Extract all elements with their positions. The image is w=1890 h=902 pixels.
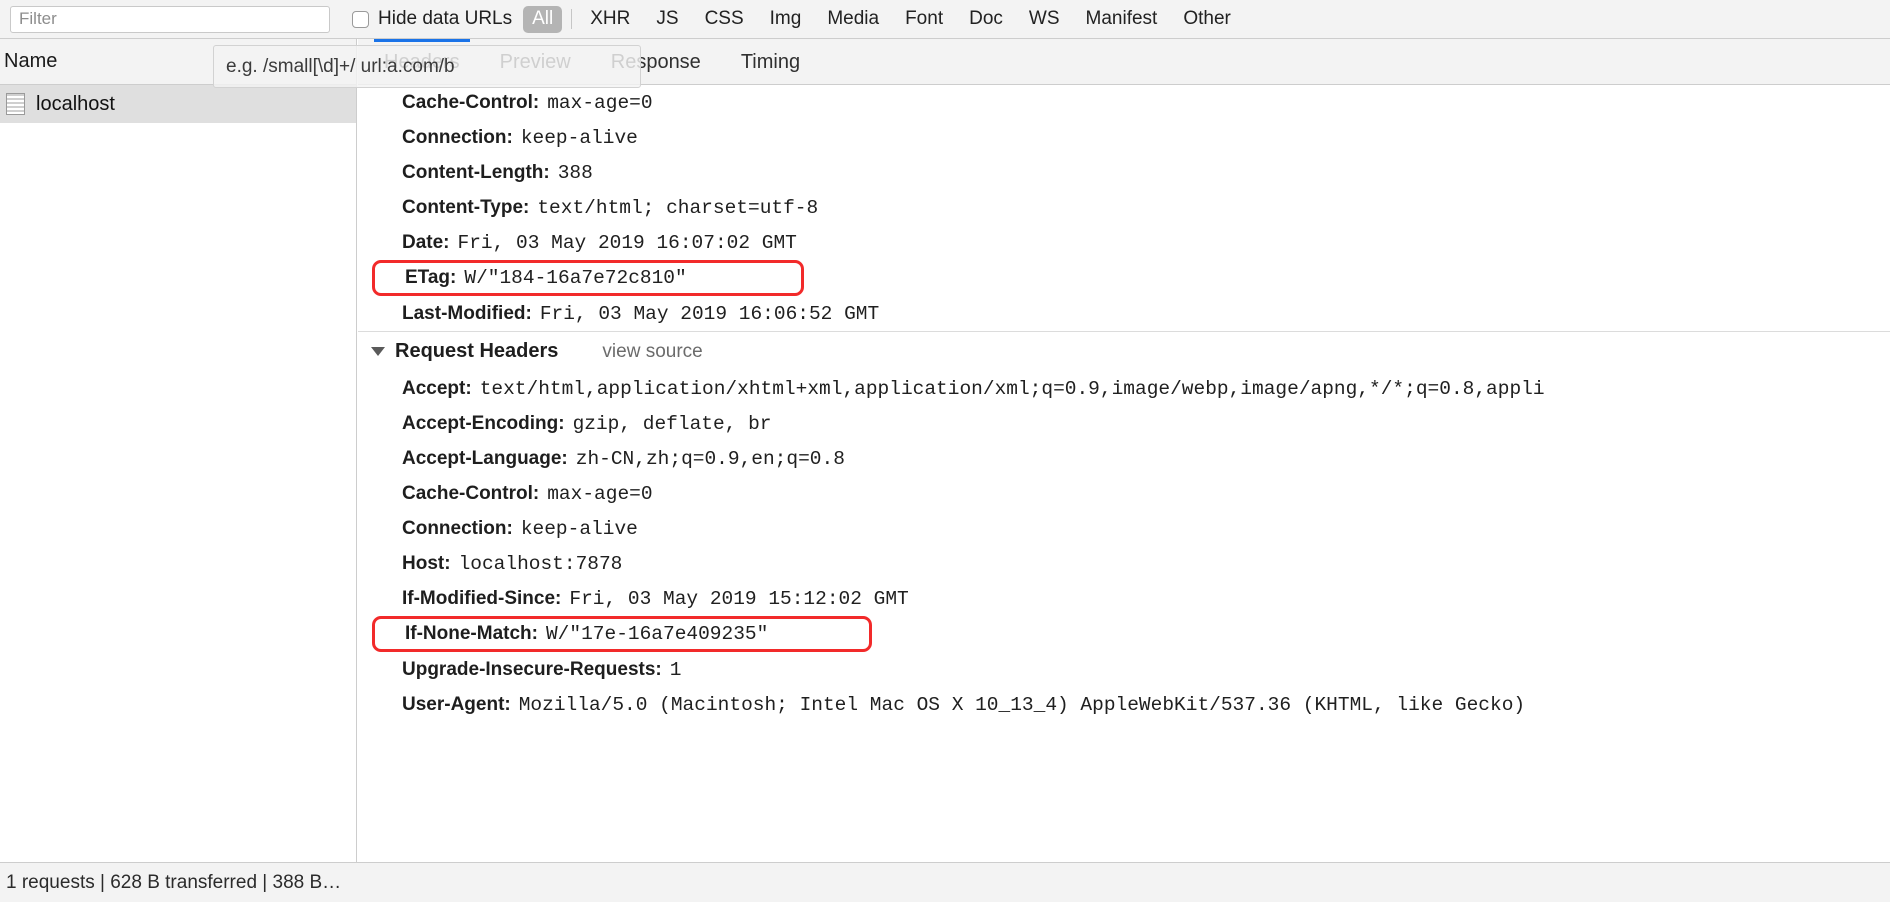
header-value: text/html; charset=utf-8	[537, 196, 819, 219]
type-filter-media[interactable]: Media	[818, 6, 888, 33]
header-key: User-Agent:	[402, 693, 511, 715]
request-name-label: localhost	[36, 92, 115, 115]
hide-data-urls-control[interactable]: Hide data URLs	[352, 8, 512, 30]
section-title-label: Request Headers	[395, 340, 559, 362]
header-row-connection-request: Connection: keep-alive	[358, 511, 1890, 546]
hide-data-urls-label: Hide data URLs	[378, 8, 513, 29]
filter-input[interactable]	[10, 5, 330, 33]
type-filter-other[interactable]: Other	[1174, 6, 1240, 33]
header-row-accept-encoding: Accept-Encoding: gzip, deflate, br	[358, 406, 1890, 441]
header-key: Cache-Control:	[402, 482, 540, 504]
header-key: Content-Type:	[402, 196, 530, 218]
header-key: Accept-Encoding:	[402, 412, 565, 434]
tab-timing[interactable]: Timing	[721, 39, 820, 85]
header-value: max-age=0	[547, 91, 653, 114]
header-value: Fri, 03 May 2019 16:07:02 GMT	[457, 231, 797, 254]
header-value: 388	[557, 161, 593, 184]
header-key: Last-Modified:	[402, 302, 532, 324]
document-icon	[6, 93, 25, 115]
header-value: zh-CN,zh;q=0.9,en;q=0.8	[575, 447, 845, 470]
header-row-host: Host: localhost:7878	[358, 546, 1890, 581]
header-value: W/"17e-16a7e409235"	[545, 623, 769, 645]
header-value: text/html,application/xhtml+xml,applicat…	[479, 377, 1545, 400]
header-row-if-modified-since: If-Modified-Since: Fri, 03 May 2019 15:1…	[358, 581, 1890, 616]
header-row-etag-highlighted: ETag: W/"184-16a7e72c810"	[372, 260, 804, 296]
header-key: ETag:	[405, 267, 457, 288]
header-key: Upgrade-Insecure-Requests:	[402, 658, 662, 680]
header-row-last-modified: Last-Modified: Fri, 03 May 2019 16:06:52…	[358, 296, 1890, 331]
header-key: Content-Length:	[402, 161, 550, 183]
header-row-user-agent: User-Agent: Mozilla/5.0 (Macintosh; Inte…	[358, 687, 1890, 722]
header-row-content-length: Content-Length: 388	[358, 155, 1890, 190]
type-filter-js[interactable]: JS	[647, 6, 687, 33]
view-source-link[interactable]: view source	[602, 341, 702, 363]
header-key: Connection:	[402, 517, 513, 539]
header-row-cache-control-response: Cache-Control: max-age=0	[358, 85, 1890, 120]
header-row-upgrade-insecure-requests: Upgrade-Insecure-Requests: 1	[358, 652, 1890, 687]
type-filter-img[interactable]: Img	[761, 6, 811, 33]
header-value: keep-alive	[520, 126, 638, 149]
header-row-cache-control-request: Cache-Control: max-age=0	[358, 476, 1890, 511]
resource-type-filters: All XHR JS CSS Img Media Font Doc WS Man…	[523, 5, 1248, 33]
type-filter-ws[interactable]: WS	[1020, 6, 1069, 33]
type-filter-doc[interactable]: Doc	[960, 6, 1012, 33]
request-list-item-localhost[interactable]: localhost	[0, 85, 356, 123]
header-value: max-age=0	[547, 482, 653, 505]
hide-data-urls-checkbox[interactable]	[352, 10, 369, 28]
type-filter-manifest[interactable]: Manifest	[1077, 6, 1167, 33]
header-value: localhost:7878	[458, 552, 623, 575]
type-filter-divider	[571, 9, 573, 29]
header-key: Host:	[402, 552, 451, 574]
type-filter-xhr[interactable]: XHR	[581, 6, 639, 33]
header-value: keep-alive	[520, 517, 638, 540]
headers-content: Cache-Control: max-age=0 Connection: kee…	[358, 85, 1890, 862]
header-value: W/"184-16a7e72c810"	[464, 267, 687, 289]
network-status-bar: 1 requests | 628 B transferred | 388 B…	[0, 862, 1890, 902]
header-value: 1	[669, 658, 682, 681]
filter-syntax-tooltip: e.g. /small[\d]+/ url:a.com/b	[213, 45, 641, 88]
header-value: gzip, deflate, br	[572, 412, 772, 435]
header-value: Mozilla/5.0 (Macintosh; Intel Mac OS X 1…	[518, 693, 1526, 716]
header-key: Connection:	[402, 126, 513, 148]
header-row-date: Date: Fri, 03 May 2019 16:07:02 GMT	[358, 225, 1890, 260]
chevron-down-icon[interactable]	[371, 347, 385, 356]
section-header-request-headers[interactable]: Request Headers view source	[358, 331, 1890, 371]
header-key: If-Modified-Since:	[402, 587, 562, 609]
header-value: Fri, 03 May 2019 16:06:52 GMT	[539, 302, 880, 325]
network-filter-toolbar: Hide data URLs All XHR JS CSS Img Media …	[0, 0, 1890, 39]
request-list-panel: Name localhost	[0, 39, 357, 862]
header-row-accept-language: Accept-Language: zh-CN,zh;q=0.9,en;q=0.8	[358, 441, 1890, 476]
header-key: Accept:	[402, 377, 472, 399]
header-row-content-type: Content-Type: text/html; charset=utf-8	[358, 190, 1890, 225]
type-filter-css[interactable]: CSS	[696, 6, 753, 33]
header-key: Date:	[402, 231, 450, 253]
type-filter-all[interactable]: All	[523, 5, 563, 33]
type-filter-font[interactable]: Font	[896, 6, 952, 33]
header-key: Accept-Language:	[402, 447, 568, 469]
header-row-if-none-match-highlighted: If-None-Match: W/"17e-16a7e409235"	[372, 616, 872, 652]
request-detail-panel: Headers Preview Response Timing e.g. /sm…	[213, 38, 1890, 862]
header-row-connection-response: Connection: keep-alive	[358, 120, 1890, 155]
header-row-accept: Accept: text/html,application/xhtml+xml,…	[358, 371, 1890, 406]
header-key: If-None-Match:	[405, 623, 538, 644]
detail-tab-strip: Headers Preview Response Timing e.g. /sm…	[213, 38, 1890, 88]
header-value: Fri, 03 May 2019 15:12:02 GMT	[569, 587, 909, 610]
header-key: Cache-Control:	[402, 91, 540, 113]
